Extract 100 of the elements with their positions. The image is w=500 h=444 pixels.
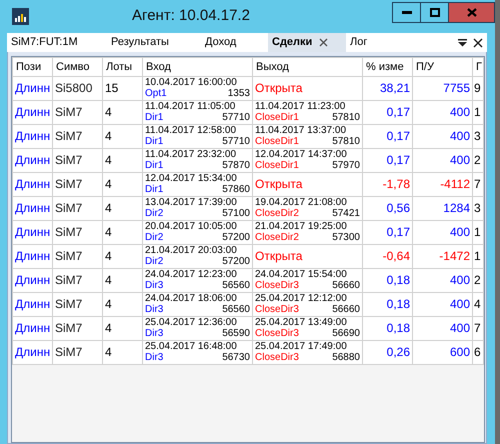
profit-text: 7755	[443, 81, 470, 95]
date-time-text: 11.04.2017 13:37:00	[255, 126, 348, 136]
price-text: 56880	[332, 352, 360, 363]
date-time-text: 21.04.2017 20:03:00	[145, 246, 238, 256]
column-header[interactable]: % изме	[362, 58, 412, 76]
maximize-button[interactable]	[420, 2, 449, 23]
price-text: 57860	[222, 184, 250, 195]
window-title: Агент: 10.04.17.2	[131, 6, 251, 26]
cell-text: 1	[474, 249, 481, 263]
lots-text: 4	[105, 225, 112, 239]
date-time-text: 25.04.2017 16:48:00	[145, 342, 238, 352]
symbol-text: SiM7	[55, 345, 82, 359]
column-header[interactable]: Симво	[52, 58, 102, 76]
percent-change-text: 0,17	[386, 153, 410, 167]
position-text: Длинн	[15, 297, 50, 311]
signal-name: CloseDir3	[255, 352, 299, 363]
profit-text: -4112	[440, 177, 470, 191]
signal-name: Dir1	[145, 184, 164, 195]
date-time-text: 24.04.2017 18:06:00	[145, 294, 238, 304]
price-text: 57710	[222, 112, 250, 123]
date-time-text: 12.04.2017 14:37:00	[255, 150, 348, 160]
price-text: 56660	[332, 304, 360, 315]
column-header[interactable]: Выход	[252, 58, 362, 76]
tab[interactable]: Лог	[346, 33, 372, 52]
percent-change-text: 0,26	[386, 345, 410, 359]
position-text: Длинн	[15, 321, 50, 335]
percent-change-text: -1,78	[382, 177, 410, 191]
lots-text: 4	[105, 201, 112, 215]
position-text: Длинн	[15, 105, 50, 119]
symbol-text: SiM7	[55, 321, 82, 335]
signal-name: Dir1	[145, 112, 164, 123]
tab[interactable]: Результаты	[107, 33, 201, 52]
position-text: Длинн	[15, 201, 50, 215]
price-text: 56560	[222, 280, 250, 291]
cell-text: 7	[474, 177, 481, 191]
profit-text: 400	[450, 225, 470, 239]
price-text: 56660	[332, 280, 360, 291]
price-text: 57200	[222, 256, 250, 267]
position-text: Длинн	[15, 153, 50, 167]
percent-change-text: 0,17	[386, 225, 410, 239]
column-header[interactable]: Лоты	[102, 58, 142, 76]
tab[interactable]: SiM7:FUT:1M	[7, 33, 107, 52]
signal-name: Dir2	[145, 232, 164, 243]
date-time-text: 25.04.2017 12:36:00	[145, 318, 238, 328]
price-text: 57810	[332, 112, 360, 123]
price-text: 57870	[222, 160, 250, 171]
price-text: 57100	[222, 208, 250, 219]
cell-text: 6	[474, 345, 481, 359]
position-text: Длинн	[15, 273, 50, 287]
position-text: Длинн	[15, 129, 50, 143]
lots-text: 4	[105, 297, 112, 311]
profit-text: 400	[450, 273, 470, 287]
position-text: Длинн	[15, 345, 50, 359]
tab[interactable]: Доход	[201, 33, 268, 52]
column-header[interactable]: Пози	[12, 58, 52, 76]
lots-text: 4	[105, 177, 112, 191]
lots-text: 4	[105, 129, 112, 143]
signal-name: CloseDir2	[255, 232, 299, 243]
symbol-text: SiM7	[55, 297, 82, 311]
status-text: Открыта	[255, 177, 302, 191]
cell-text: 1	[474, 105, 481, 119]
date-time-text: 11.04.2017 23:32:00	[145, 150, 238, 160]
profit-text: 400	[450, 321, 470, 335]
percent-change-text: -0,64	[382, 249, 410, 263]
dropdown-icon[interactable]	[458, 38, 467, 47]
price-text: 57710	[222, 136, 250, 147]
signal-name: Dir3	[145, 280, 164, 291]
cell-text: 3	[474, 129, 481, 143]
signal-name: Dir2	[145, 256, 164, 267]
percent-change-text: 0,17	[386, 105, 410, 119]
symbol-text: SiM7	[55, 153, 82, 167]
column-header[interactable]: Вход	[142, 58, 252, 76]
column-header[interactable]: П/У	[412, 58, 472, 76]
close-button[interactable]	[448, 2, 495, 23]
tab[interactable]: Сделки	[268, 33, 346, 52]
minimize-button[interactable]	[392, 2, 421, 23]
maximize-icon	[430, 8, 440, 17]
cell-text: 2	[474, 273, 481, 287]
cell-text: 1	[474, 225, 481, 239]
signal-name: Dir3	[145, 328, 164, 339]
column-header[interactable]: Г	[472, 58, 484, 76]
symbol-text: SiM7	[55, 129, 82, 143]
profit-text: 400	[450, 129, 470, 143]
signal-name: CloseDir1	[255, 112, 299, 123]
date-time-text: 25.04.2017 13:49:00	[255, 318, 348, 328]
bar-chart-icon	[12, 8, 29, 25]
date-time-text: 10.04.2017 16:00:00	[145, 78, 238, 88]
position-text: Длинн	[15, 81, 50, 95]
lots-text: 4	[105, 153, 112, 167]
percent-change-text: 0,56	[386, 201, 410, 215]
symbol-text: Si5800	[55, 81, 92, 95]
status-text: Открыта	[255, 81, 302, 95]
price-text: 57970	[332, 160, 360, 171]
close-icon[interactable]	[473, 38, 483, 48]
date-time-text: 11.04.2017 11:05:00	[145, 102, 236, 112]
signal-name: CloseDir1	[255, 160, 299, 171]
price-text: 57200	[222, 232, 250, 243]
symbol-text: SiM7	[55, 201, 82, 215]
symbol-text: SiM7	[55, 249, 82, 263]
profit-text: -1472	[439, 249, 470, 263]
